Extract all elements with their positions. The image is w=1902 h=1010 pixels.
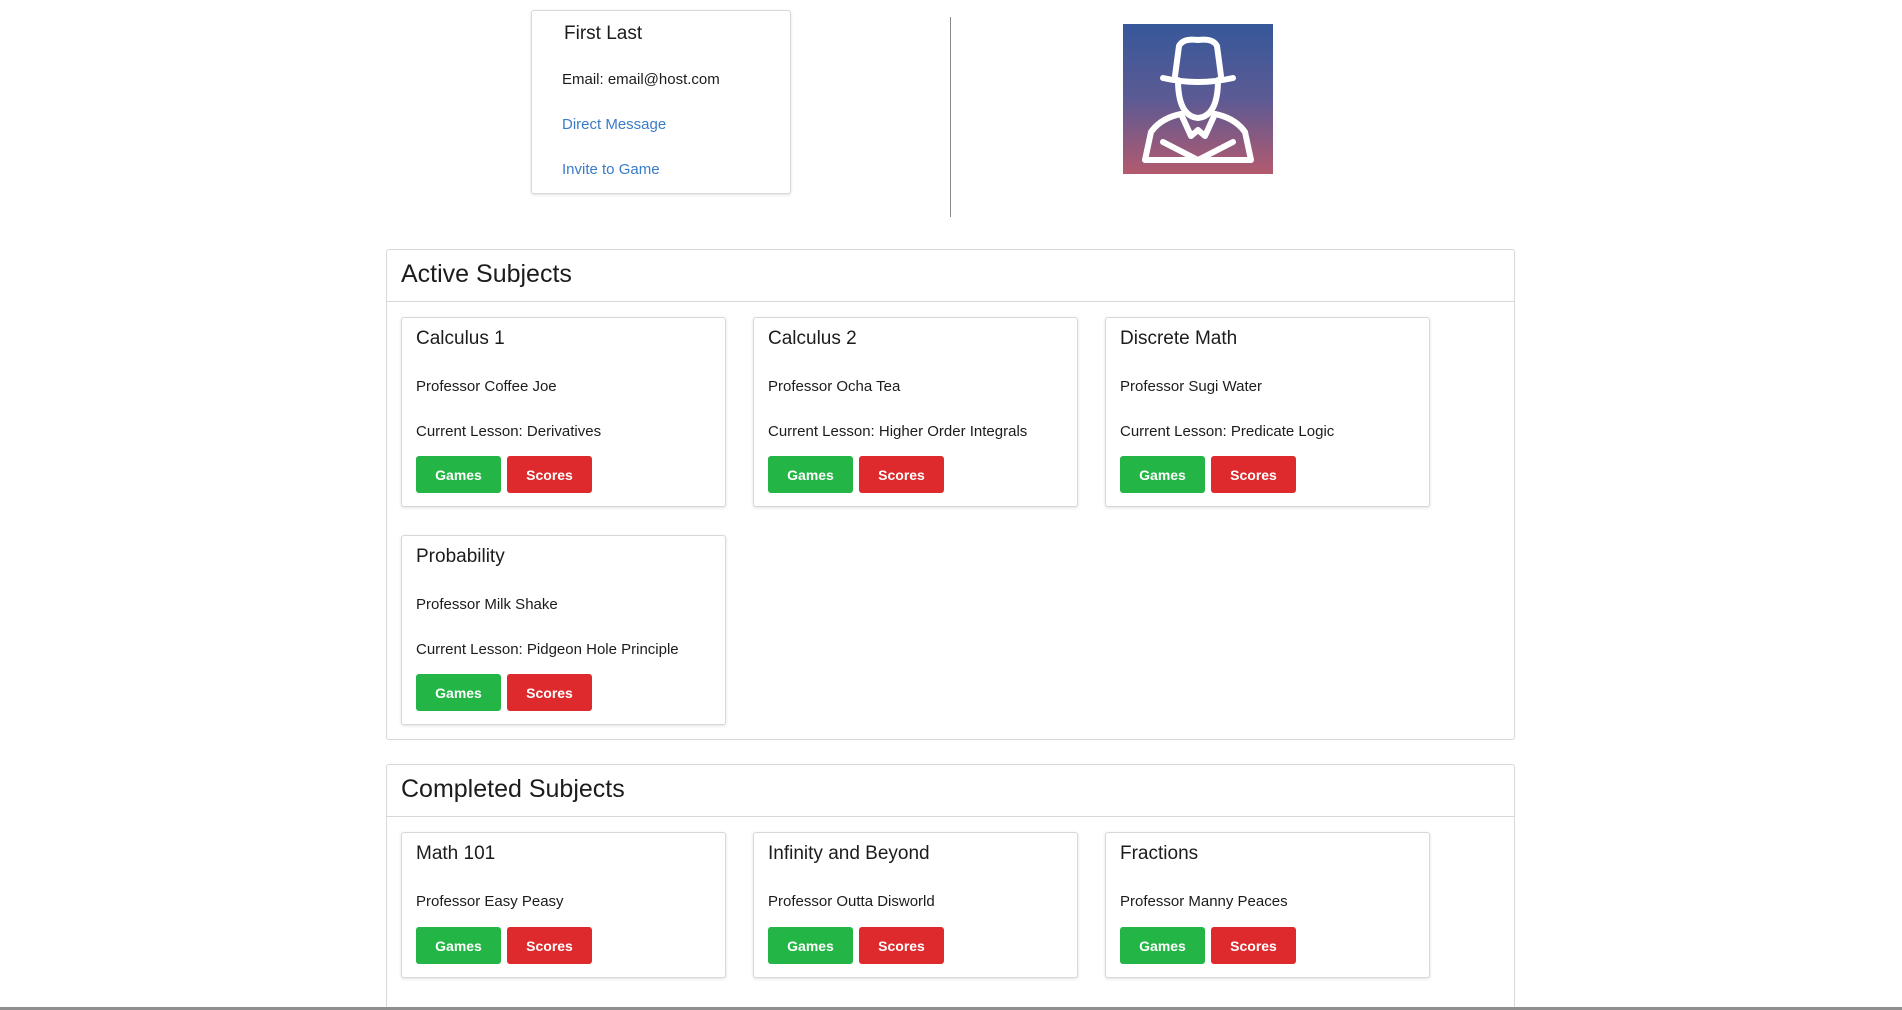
subject-professor: Professor Outta Disworld xyxy=(768,893,935,910)
completed-subjects-section: Completed Subjects Math 101 Professor Ea… xyxy=(386,764,1515,1010)
subject-professor: Professor Manny Peaces xyxy=(1120,893,1288,910)
subject-title: Calculus 2 xyxy=(768,328,857,349)
invite-to-game-link[interactable]: Invite to Game xyxy=(562,161,660,178)
games-button[interactable]: Games xyxy=(768,927,853,964)
profile-card: First Last Email: email@host.com Direct … xyxy=(531,10,791,194)
subject-title: Discrete Math xyxy=(1120,328,1238,349)
subject-title: Fractions xyxy=(1120,843,1199,864)
scores-button[interactable]: Scores xyxy=(507,927,592,964)
scores-button[interactable]: Scores xyxy=(1211,927,1296,964)
subject-current-lesson: Current Lesson: Higher Order Integrals xyxy=(768,423,1028,440)
profile-page: First Last Email: email@host.com Direct … xyxy=(0,0,1902,1010)
subject-card-calculus-1: Calculus 1 Professor Coffee Joe Current … xyxy=(401,317,726,507)
subject-professor: Professor Easy Peasy xyxy=(416,893,564,910)
games-button[interactable]: Games xyxy=(1120,927,1205,964)
subject-card-fractions: Fractions Professor Manny Peaces Games S… xyxy=(1105,832,1430,978)
scores-button[interactable]: Scores xyxy=(507,456,592,493)
scores-button[interactable]: Scores xyxy=(1211,456,1296,493)
games-button[interactable]: Games xyxy=(416,674,501,711)
subject-professor: Professor Ocha Tea xyxy=(768,378,901,395)
games-button[interactable]: Games xyxy=(1120,456,1205,493)
games-button[interactable]: Games xyxy=(416,927,501,964)
scores-button[interactable]: Scores xyxy=(859,927,944,964)
scores-button[interactable]: Scores xyxy=(859,456,944,493)
subject-current-lesson: Current Lesson: Derivatives xyxy=(416,423,602,440)
completed-subjects-heading: Completed Subjects xyxy=(387,765,1514,817)
subject-title: Math 101 xyxy=(416,843,496,864)
active-subjects-section: Active Subjects Calculus 1 Professor Cof… xyxy=(386,249,1515,740)
avatar xyxy=(1123,24,1273,174)
vertical-divider xyxy=(950,17,951,217)
subject-title: Calculus 1 xyxy=(416,328,505,349)
subject-title: Infinity and Beyond xyxy=(768,843,930,864)
profile-name: First Last xyxy=(564,23,643,44)
direct-message-link[interactable]: Direct Message xyxy=(562,116,666,133)
subject-card-math-101: Math 101 Professor Easy Peasy Games Scor… xyxy=(401,832,726,978)
games-button[interactable]: Games xyxy=(768,456,853,493)
subject-card-discrete-math: Discrete Math Professor Sugi Water Curre… xyxy=(1105,317,1430,507)
active-subjects-heading: Active Subjects xyxy=(387,250,1514,302)
detective-avatar-icon xyxy=(1142,36,1254,163)
subject-card-probability: Probability Professor Milk Shake Current… xyxy=(401,535,726,725)
subject-title: Probability xyxy=(416,546,505,567)
subject-card-infinity-and-beyond: Infinity and Beyond Professor Outta Disw… xyxy=(753,832,1078,978)
scores-button[interactable]: Scores xyxy=(507,674,592,711)
subject-professor: Professor Sugi Water xyxy=(1120,378,1262,395)
profile-email: Email: email@host.com xyxy=(562,71,720,88)
subject-card-calculus-2: Calculus 2 Professor Ocha Tea Current Le… xyxy=(753,317,1078,507)
subject-current-lesson: Current Lesson: Pidgeon Hole Principle xyxy=(416,641,679,658)
subject-professor: Professor Coffee Joe xyxy=(416,378,557,395)
subject-current-lesson: Current Lesson: Predicate Logic xyxy=(1120,423,1335,440)
subject-professor: Professor Milk Shake xyxy=(416,596,558,613)
games-button[interactable]: Games xyxy=(416,456,501,493)
